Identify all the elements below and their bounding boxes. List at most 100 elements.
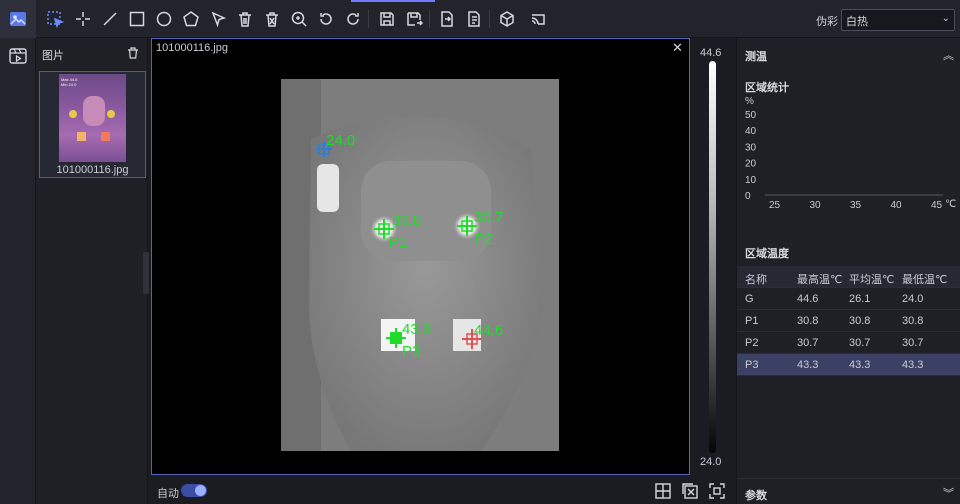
marker-hot-value: 44.6 [474, 322, 503, 339]
auto-label: 自动 [157, 488, 179, 500]
grid-icon [655, 483, 671, 499]
image-viewer: 101000116.jpg ✕ 24.0 30.8 P1 30.7 P2 43.… [151, 38, 690, 475]
clear-markers-button[interactable] [681, 482, 699, 500]
3d-view-button[interactable] [497, 9, 517, 29]
cast-button[interactable] [528, 9, 548, 29]
pointer-tool-button[interactable] [208, 9, 228, 29]
y-tick-label: 30 [745, 142, 757, 153]
clear-images-button[interactable] [126, 46, 140, 60]
y-tick-label: 10 [745, 175, 757, 186]
x-tick-label: 45 [931, 200, 943, 211]
toolbar-divider [368, 10, 369, 28]
thermal-image[interactable]: 24.0 30.8 P1 30.7 P2 43.3 P3 44.6 [281, 79, 559, 451]
palette-select[interactable]: 白热 ⌄ [841, 9, 955, 31]
table-cell: 24.0 [902, 293, 924, 305]
y-tick-label: 40 [745, 126, 757, 137]
marker-P1-label: P1 [389, 234, 407, 251]
grid-view-button[interactable] [654, 482, 672, 500]
right-panel: 测温 ︽ 区域统计 % 0 10 20 30 40 50 25 30 35 40 45 ℃ 区域温… [736, 38, 960, 504]
toolbar-divider [429, 10, 430, 28]
params-section-title: 参数 [745, 490, 767, 502]
video-icon[interactable] [8, 46, 28, 66]
toolbar-divider [489, 10, 490, 28]
fit-screen-button[interactable] [708, 482, 726, 500]
table-cell: G [745, 293, 754, 305]
table-row-selected[interactable]: P3 43.3 43.3 43.3 [737, 354, 960, 376]
measure-section-title: 测温 [745, 51, 767, 63]
close-icon[interactable]: ✕ [672, 40, 683, 56]
chevron-up-icon[interactable]: ︽ [943, 47, 954, 63]
y-tick-label: 50 [745, 110, 757, 121]
scale-max-label: 44.6 [700, 47, 722, 59]
palette-value: 白热 [846, 16, 868, 28]
rectangle-icon [129, 11, 145, 27]
table-cell: 30.8 [797, 315, 819, 327]
pentagon-icon [183, 11, 199, 27]
table-row[interactable]: P2 30.7 30.7 30.7 [737, 332, 960, 354]
y-ticks: 0 10 20 30 40 50 [745, 110, 757, 202]
table-cell: 26.1 [849, 293, 871, 305]
table-header-cell: 最高温℃ [797, 274, 843, 286]
table-header-cell: 平均温℃ [849, 274, 895, 286]
export-icon [441, 11, 453, 27]
auto-toggle[interactable] [181, 484, 207, 497]
rotate-left-button[interactable] [316, 9, 336, 29]
rect-tool-button[interactable] [127, 9, 147, 29]
palette-label: 伪彩 [816, 16, 838, 28]
toggle-knob [195, 485, 206, 496]
table-cell: 43.3 [902, 359, 924, 371]
trash-icon [239, 12, 251, 27]
region-stats-chart: % 0 10 20 30 40 50 25 30 35 40 45 ℃ [745, 96, 956, 211]
zoom-tool-button[interactable] [289, 9, 309, 29]
table-row[interactable]: G 44.6 26.1 24.0 [737, 288, 960, 310]
color-scale-bar [709, 61, 716, 453]
active-tab-indicator [351, 0, 435, 2]
export-report-button[interactable] [464, 9, 484, 29]
save-icon [380, 12, 394, 26]
table-header-cell: 名称 [745, 274, 767, 286]
export-button[interactable] [437, 9, 457, 29]
polygon-tool-button[interactable] [181, 9, 201, 29]
table-header-row: 名称 最高温℃ 平均温℃ 最低温℃ [737, 266, 960, 288]
chevron-down-icon[interactable]: ︾ [943, 485, 954, 501]
rotate-right-button[interactable] [343, 9, 363, 29]
save-button[interactable] [377, 9, 397, 29]
save-as-button[interactable] [404, 9, 424, 29]
circle-tool-button[interactable] [154, 9, 174, 29]
delete-all-tool-button[interactable] [262, 9, 282, 29]
marker-P1-value: 30.8 [392, 212, 421, 229]
image-thumbnail[interactable]: Max 44.6 Min 24.0 101000116.jpg [39, 71, 146, 178]
save-as-icon [407, 12, 423, 26]
table-cell: 30.8 [849, 315, 871, 327]
measurement-overlay: 24.0 30.8 P1 30.7 P2 43.3 P3 44.6 [316, 132, 503, 360]
table-header-cell: 最低温℃ [902, 274, 948, 286]
report-icon [468, 11, 480, 27]
point-tool-button[interactable] [73, 9, 93, 29]
trash-icon [128, 47, 138, 59]
cube-icon [500, 11, 514, 27]
table-cell: 30.7 [849, 337, 871, 349]
table-row[interactable]: P1 30.8 30.8 30.8 [737, 310, 960, 332]
region-temp-section-title: 区域温度 [745, 248, 789, 260]
crosshair-icon [76, 12, 90, 26]
table-cell: 44.6 [797, 293, 819, 305]
table-cell: 30.7 [902, 337, 924, 349]
marker-G-value: 24.0 [326, 132, 355, 149]
left-collapse-handle[interactable] [143, 252, 149, 294]
table-cell: 43.3 [849, 359, 871, 371]
params-section[interactable]: 参数 ︾ [737, 478, 960, 504]
line-tool-button[interactable] [100, 9, 120, 29]
delete-tool-button[interactable] [235, 9, 255, 29]
y-tick-label: 0 [745, 191, 751, 202]
image-panel-title: 图片 [42, 50, 64, 62]
marker-P3-value: 43.3 [402, 321, 431, 338]
top-toolbar: 伪彩 白热 ⌄ [0, 0, 960, 38]
select-tool-button[interactable] [45, 9, 65, 29]
image-gallery-icon [8, 9, 28, 29]
rail-gallery-tab[interactable] [0, 0, 36, 38]
x-tick-label: 25 [769, 200, 781, 211]
chevron-down-icon: ⌄ [941, 13, 950, 24]
left-rail [0, 0, 36, 504]
x-ticks: 25 30 35 40 45 [769, 200, 943, 211]
line-icon [103, 12, 117, 26]
